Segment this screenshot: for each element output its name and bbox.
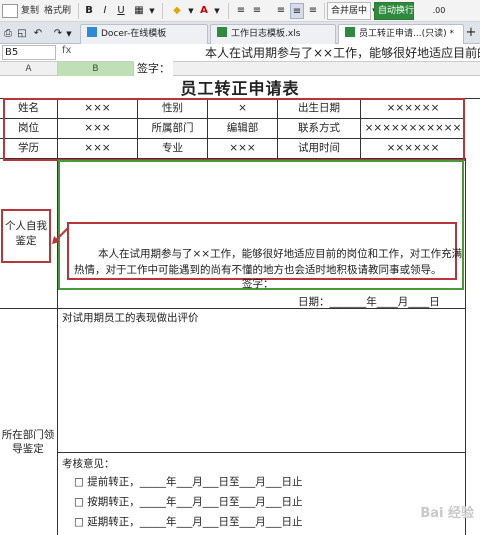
- align-left-icon[interactable]: ≡: [250, 3, 264, 19]
- docer-icon: [87, 27, 97, 37]
- form-title: 员工转正申请表: [180, 79, 300, 98]
- fx-icon[interactable]: fx: [62, 45, 71, 56]
- print-icon[interactable]: ⎙: [2, 26, 14, 42]
- option-on-time[interactable]: □ 按期转正，_____年___月___日至___月___日止: [74, 494, 303, 509]
- format-painter-button[interactable]: 格式刷: [44, 3, 71, 19]
- self-eval-text[interactable]: 本人在试用期参与了××工作，能够很好地适应目前的岗位和工作，对工作充满热情，对于…: [74, 246, 464, 278]
- sign-label: 签字：: [242, 278, 274, 290]
- name-box[interactable]: B5: [2, 45, 56, 60]
- underline-button[interactable]: U: [114, 3, 128, 19]
- clipboard-icon[interactable]: [2, 4, 18, 18]
- align-left-icon[interactable]: ≡: [274, 3, 288, 19]
- tab-work-log[interactable]: 工作日志模板.xls: [210, 24, 336, 44]
- self-eval-label: 个人自我鉴定: [5, 220, 47, 247]
- date-label: 日期：_______年____月____日: [298, 296, 440, 308]
- column-headers: A B: [0, 62, 480, 76]
- formula-input[interactable]: 本人在试用期参与了××工作，能够很好地适应目前的: [205, 44, 480, 62]
- tab-employee-form[interactable]: 员工转正申请...(只读) *: [338, 24, 464, 44]
- option-early[interactable]: □ 提前转正，_____年___月___日至___月___日止: [74, 474, 303, 489]
- fill-color-icon[interactable]: ◆: [170, 3, 184, 19]
- dept-eval-prompt[interactable]: 对试用期员工的表现做出评价: [62, 310, 199, 325]
- chevron-down-icon[interactable]: ▼: [186, 3, 196, 19]
- copy-button[interactable]: 复制: [21, 3, 39, 19]
- chevron-down-icon[interactable]: ▼: [64, 26, 74, 42]
- merge-center-button[interactable]: 合并居中: [327, 2, 371, 20]
- italic-button[interactable]: I: [98, 3, 112, 19]
- table-highlight-box: [3, 98, 465, 161]
- sign-label-overlay: 签字：: [134, 60, 173, 76]
- column-header-a[interactable]: A: [0, 62, 58, 76]
- font-color-button[interactable]: A: [197, 3, 211, 19]
- bold-button[interactable]: B: [82, 3, 96, 19]
- chevron-down-icon[interactable]: ▼: [147, 3, 157, 19]
- chevron-down-icon[interactable]: ▼: [212, 3, 222, 19]
- tab-docer[interactable]: Docer-在线模板: [80, 24, 208, 44]
- column-header-b[interactable]: B: [58, 62, 134, 76]
- ribbon-toolbar: 复制 格式刷 B I U ▦ ▼ ◆ ▼ A ▼ ≡ ≡ ≡ ≡ ≡ 合并居中 …: [0, 0, 480, 22]
- dept-eval-label: 所在部门领导鉴定: [1, 429, 55, 455]
- spreadsheet-icon: [345, 27, 355, 37]
- option-extended[interactable]: □ 延期转正，_____年___月___日至___月___日止: [74, 514, 303, 529]
- watermark: Bai 经验: [420, 506, 474, 521]
- tab-bar: ⎙ ◱ ↶ ↷ ▼ Docer-在线模板 工作日志模板.xls 员工转正申请..…: [0, 22, 480, 44]
- spreadsheet-grid[interactable]: 员工转正申请表 姓名 ××× 性别 × 出生日期 ×××××× 岗位 ××× 所…: [0, 76, 480, 535]
- new-tab-icon[interactable]: +: [464, 25, 478, 41]
- align-right-icon[interactable]: ≡: [306, 3, 320, 19]
- align-left-icon[interactable]: ≡: [234, 3, 248, 19]
- undo-icon[interactable]: ↶: [32, 26, 44, 42]
- formula-bar: B5 fx 本人在试用期参与了××工作，能够很好地适应目前的: [0, 44, 480, 62]
- border-icon[interactable]: ▦: [132, 3, 146, 19]
- preview-icon[interactable]: ◱: [16, 26, 28, 42]
- align-center-icon[interactable]: ≡: [290, 3, 304, 19]
- redo-icon[interactable]: ↷: [52, 26, 64, 42]
- wrap-text-button[interactable]: 自动换行: [374, 2, 414, 20]
- decimal-button[interactable]: .00: [424, 3, 454, 19]
- spreadsheet-icon: [217, 27, 227, 37]
- review-label: 考核意见：: [62, 458, 115, 470]
